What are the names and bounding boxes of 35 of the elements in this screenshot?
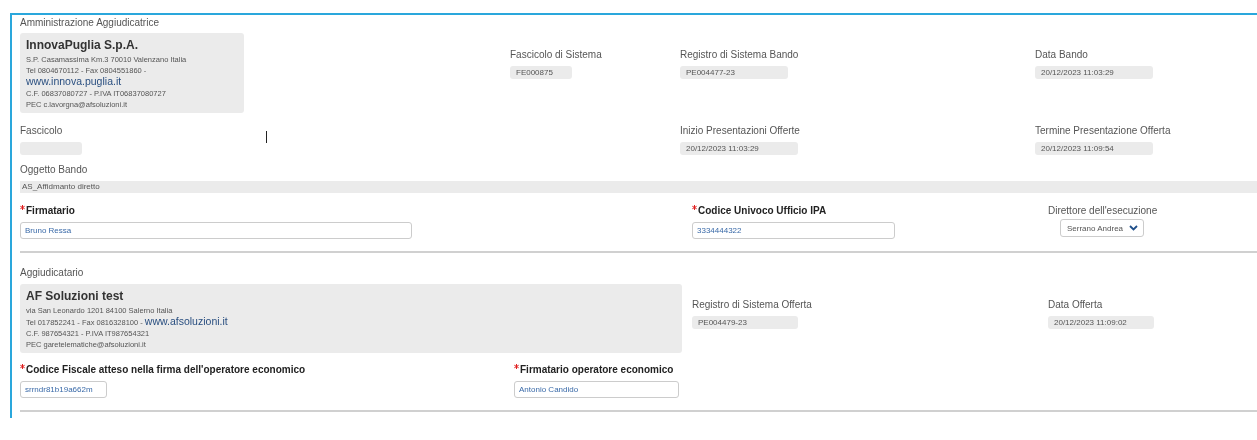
field-label: Firmatario operatore economico [520, 364, 674, 375]
chevron-down-icon [1129, 225, 1139, 231]
field-label: Codice Univoco Ufficio IPA [698, 205, 827, 216]
text-input[interactable]: srrndr81b19a662m [20, 381, 107, 398]
text-input[interactable]: Bruno Ressa [20, 222, 412, 239]
field-label: Data Bando [1035, 49, 1088, 60]
field-label: Fascicolo di Sistema [510, 49, 602, 60]
readonly-field: 20/12/2023 11:03:29 [1035, 66, 1153, 79]
readonly-field: 20/12/2023 11:09:54 [1035, 142, 1153, 155]
field-label: Data Offerta [1048, 299, 1103, 310]
readonly-field: 20/12/2023 11:03:29 [680, 142, 798, 155]
field-label: Fascicolo [20, 125, 63, 136]
website-link[interactable]: www.innova.puglia.it [26, 75, 122, 87]
readonly-field: AS_Affidmanto diretto [20, 181, 1257, 193]
field-label: Oggetto Bando [20, 164, 89, 175]
field-label: Codice Fiscale atteso nella firma dell'operatore economico [26, 364, 306, 375]
readonly-field: PE004479-23 [692, 316, 798, 329]
text-input[interactable]: 3334444322 [692, 222, 895, 239]
readonly-field: PE004477-23 [680, 66, 788, 79]
field-label: Direttore dell'esecuzione [1048, 205, 1158, 216]
section-heading: Aggiudicatario [20, 267, 85, 278]
readonly-field: 20/12/2023 11:09:02 [1048, 316, 1154, 329]
field-label: Registro di Sistema Offerta [692, 299, 812, 310]
text-input[interactable]: Antonio Candido [514, 381, 679, 398]
dropdown[interactable]: Serrano Andrea [1060, 219, 1145, 237]
company-name: AF Soluzioni test [26, 289, 125, 303]
readonly-field: FE000875 [510, 66, 572, 79]
field-label: Termine Presentazione Offerta [1035, 125, 1171, 136]
section-heading: Amministrazione Aggiudicatrice [20, 17, 160, 28]
field-label: Inizio Presentazioni Offerte [680, 125, 800, 136]
company-name: InnovaPuglia S.p.A. [26, 38, 139, 52]
text-cursor [266, 131, 267, 143]
website-link[interactable]: www.afsoluzioni.it [144, 315, 228, 327]
field-label: Firmatario [26, 205, 75, 216]
field-label: Registro di Sistema Bando [680, 49, 799, 60]
